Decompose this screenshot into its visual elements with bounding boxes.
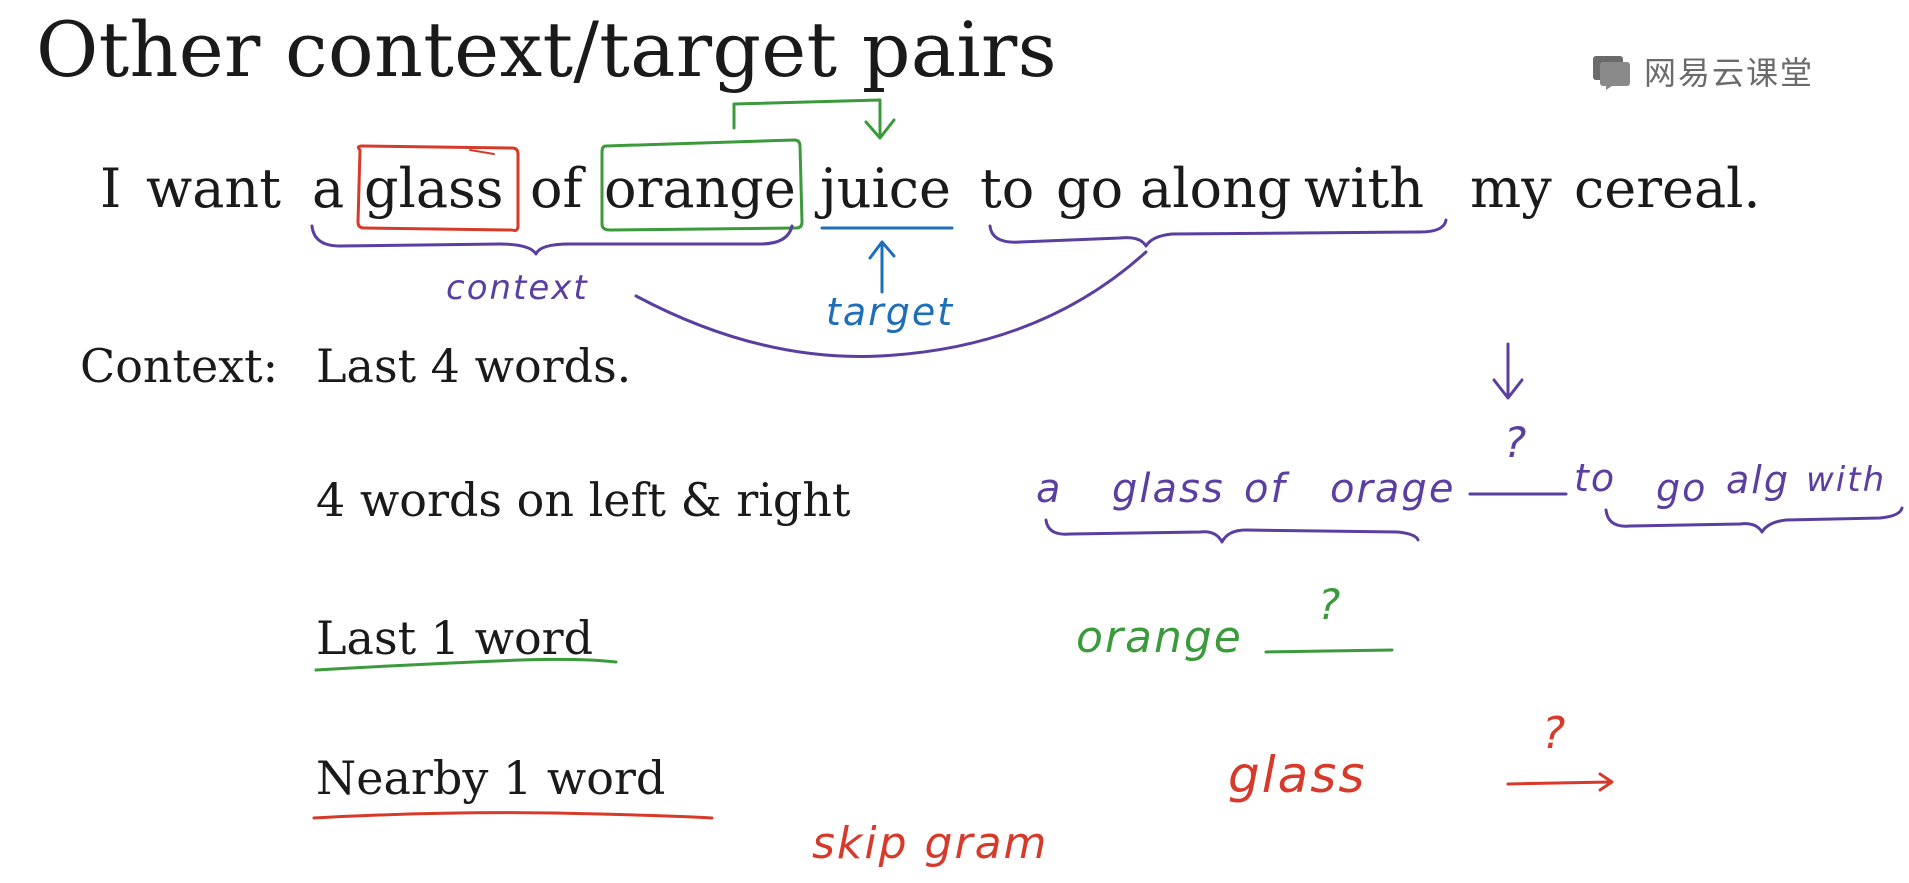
orange-blank: [1264, 648, 1394, 654]
glass-red-box: [356, 144, 520, 232]
orange-green-box: [600, 138, 804, 232]
glass-blank-arrow: [1506, 772, 1614, 792]
example-left-brace: [1044, 518, 1420, 544]
context-joining-arc: [634, 250, 1148, 358]
down-arrow-icon: [1492, 342, 1524, 400]
green-bracket-arrow: [732, 98, 882, 136]
nearby-1-word-underline: [312, 811, 714, 820]
context-brace-right: [988, 218, 1448, 248]
target-arrow-icon: [868, 240, 896, 294]
example-right-brace: [1604, 506, 1904, 534]
ink-overlay: [310, 98, 1904, 820]
last-1-word-underline: [314, 657, 618, 672]
